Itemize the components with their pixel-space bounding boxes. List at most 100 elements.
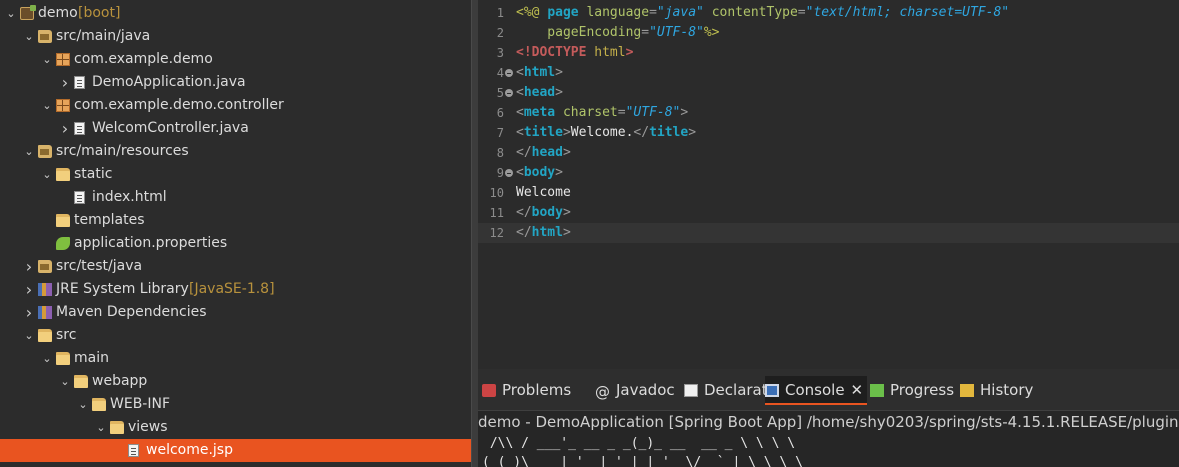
code-token: < — [516, 105, 524, 120]
code-token: <%@ — [516, 5, 548, 20]
close-icon[interactable]: ✕ — [851, 381, 864, 399]
code-token: title — [649, 125, 689, 140]
source-folder-icon — [38, 145, 52, 158]
chevron-down-icon[interactable]: ⌄ — [22, 140, 36, 163]
code-editor[interactable]: 1 <%@ page language="java" contentType="t… — [478, 0, 1179, 369]
tree-item[interactable]: ⌄ src/main/resources — [0, 140, 471, 163]
chevron-right-icon[interactable]: › — [58, 71, 72, 94]
chevron-down-icon[interactable]: ⌄ — [22, 324, 36, 347]
chevron-down-icon[interactable]: ⌄ — [40, 163, 54, 186]
tree-item[interactable]: › src/test/java — [0, 255, 471, 278]
code-token: = — [649, 5, 657, 20]
folder-icon — [56, 168, 70, 181]
chevron-down-icon[interactable]: ⌄ — [94, 416, 108, 439]
code-line[interactable]: 12 </html> — [478, 223, 1179, 243]
chevron-down-icon[interactable]: ⌄ — [40, 48, 54, 71]
code-line[interactable]: 1 <%@ page language="java" contentType="t… — [478, 3, 1179, 23]
code-token: %> — [703, 25, 720, 40]
code-token: > — [625, 45, 634, 60]
source-folder-icon — [38, 30, 52, 43]
code-token: > — [562, 225, 571, 240]
console-line: ( ( )\___ | '_ | '_| | '_ \/ _` | \ \ \ … — [482, 455, 803, 467]
code-token: = — [617, 105, 626, 120]
code-text: <body> — [516, 163, 563, 183]
chevron-down-icon[interactable]: ⌄ — [4, 2, 18, 25]
code-token: html — [594, 45, 626, 60]
tree-item[interactable]: ⌄ webapp — [0, 370, 471, 393]
tree-item[interactable]: › WelcomController.java — [0, 117, 471, 140]
tree-item-label: WelcomController.java — [92, 120, 249, 136]
tree-item[interactable]: ⌄ WEB-INF — [0, 393, 471, 416]
tree-item-label: src — [56, 327, 77, 343]
line-number: 11 — [489, 206, 504, 220]
code-line[interactable]: 3 <!DOCTYPE html> — [478, 43, 1179, 63]
package-explorer: ⌄ demo [boot] ⌄ src/main/java ⌄ com.example.d… — [0, 0, 471, 467]
tree-item[interactable]: ⌄ com.example.demo — [0, 48, 471, 71]
tree-item-label: application.properties — [74, 235, 228, 251]
tree-item-label: Maven Dependencies — [56, 304, 207, 320]
chevron-down-icon[interactable]: ⌄ — [58, 370, 72, 393]
code-token: charset — [562, 105, 618, 120]
chevron-down-icon[interactable]: ⌄ — [40, 347, 54, 370]
panel-splitter[interactable] — [471, 0, 478, 467]
tree-item[interactable]: ⌄ src — [0, 324, 471, 347]
chevron-down-icon[interactable]: ⌄ — [76, 393, 90, 416]
tree-item[interactable]: › Maven Dependencies — [0, 301, 471, 324]
code-line[interactable]: 11 </body> — [478, 203, 1179, 223]
code-line[interactable]: 10 Welcome — [478, 183, 1179, 203]
line-number: 4 — [496, 66, 504, 80]
tab-javadoc[interactable]: @ Javadoc — [595, 376, 675, 405]
tree-item[interactable]: templates — [0, 209, 471, 232]
chevron-down-icon[interactable]: ⌄ — [22, 25, 36, 48]
code-token: > — [688, 125, 697, 140]
tree-item[interactable]: index.html — [0, 186, 471, 209]
tab-label: Console — [785, 381, 845, 399]
code-text: <%@ page language="java" contentType="te… — [516, 3, 1009, 23]
code-text: </html> — [516, 223, 571, 243]
folder-icon — [92, 398, 106, 411]
fold-collapse-icon[interactable] — [505, 69, 513, 77]
line-number: 5 — [496, 86, 504, 100]
code-token: body — [523, 165, 556, 180]
code-line[interactable]: 9 <body> — [478, 163, 1179, 183]
chevron-right-icon[interactable]: › — [22, 301, 36, 324]
fold-collapse-icon[interactable] — [505, 89, 513, 97]
code-line[interactable]: 6 <meta charset="UTF-8"> — [478, 103, 1179, 123]
fold-collapse-icon[interactable] — [505, 169, 513, 177]
code-token: meta — [523, 105, 563, 120]
chevron-right-icon[interactable]: › — [22, 255, 36, 278]
tab-label: Progress — [890, 381, 955, 399]
tree-item[interactable]: ⌄ com.example.demo.controller — [0, 94, 471, 117]
chevron-down-icon[interactable]: ⌄ — [40, 94, 54, 117]
code-line[interactable]: 2 pageEncoding="UTF-8"%> — [478, 23, 1179, 43]
tree-item[interactable]: › JRE System Library [JavaSE-1.8] — [0, 278, 471, 301]
tree-item[interactable]: ⌄ static — [0, 163, 471, 186]
tab-progress[interactable]: Progress — [870, 376, 954, 405]
tree-item[interactable]: ⌄ src/main/java — [0, 25, 471, 48]
code-line[interactable]: 7 <title>Welcome.</title> — [478, 123, 1179, 143]
tree-item[interactable]: welcome.jsp — [0, 439, 471, 462]
tree-item[interactable]: ⌄ views — [0, 416, 471, 439]
console-line: /\\ / ___'_ __ _ _(_)_ __ __ _ \ \ \ \ — [482, 436, 796, 451]
tree-item[interactable]: application.properties — [0, 232, 471, 255]
code-token: html — [531, 225, 563, 240]
code-line[interactable]: 5 <head> — [478, 83, 1179, 103]
code-token: <!DOCTYPE — [516, 45, 595, 60]
tree-item[interactable]: ⌄ demo [boot] — [0, 2, 471, 25]
tab-history[interactable]: History — [960, 376, 1033, 405]
tab-problems[interactable]: Problems — [482, 376, 571, 405]
tree-item-label: DemoApplication.java — [92, 74, 246, 90]
tree-item-label: webapp — [92, 373, 148, 389]
tree-item[interactable]: › DemoApplication.java — [0, 71, 471, 94]
tab-console[interactable]: Console ✕ — [765, 376, 868, 405]
chevron-right-icon[interactable]: › — [58, 117, 72, 140]
tree-item[interactable]: ⌄ main — [0, 347, 471, 370]
tree-item-label: src/main/java — [56, 28, 151, 44]
chevron-right-icon[interactable]: › — [22, 278, 36, 301]
code-line[interactable]: 8 </head> — [478, 143, 1179, 163]
code-text: pageEncoding="UTF-8"%> — [516, 23, 720, 43]
code-token: > — [562, 125, 571, 140]
code-line[interactable]: 4 <html> — [478, 63, 1179, 83]
code-token: = — [797, 5, 806, 20]
